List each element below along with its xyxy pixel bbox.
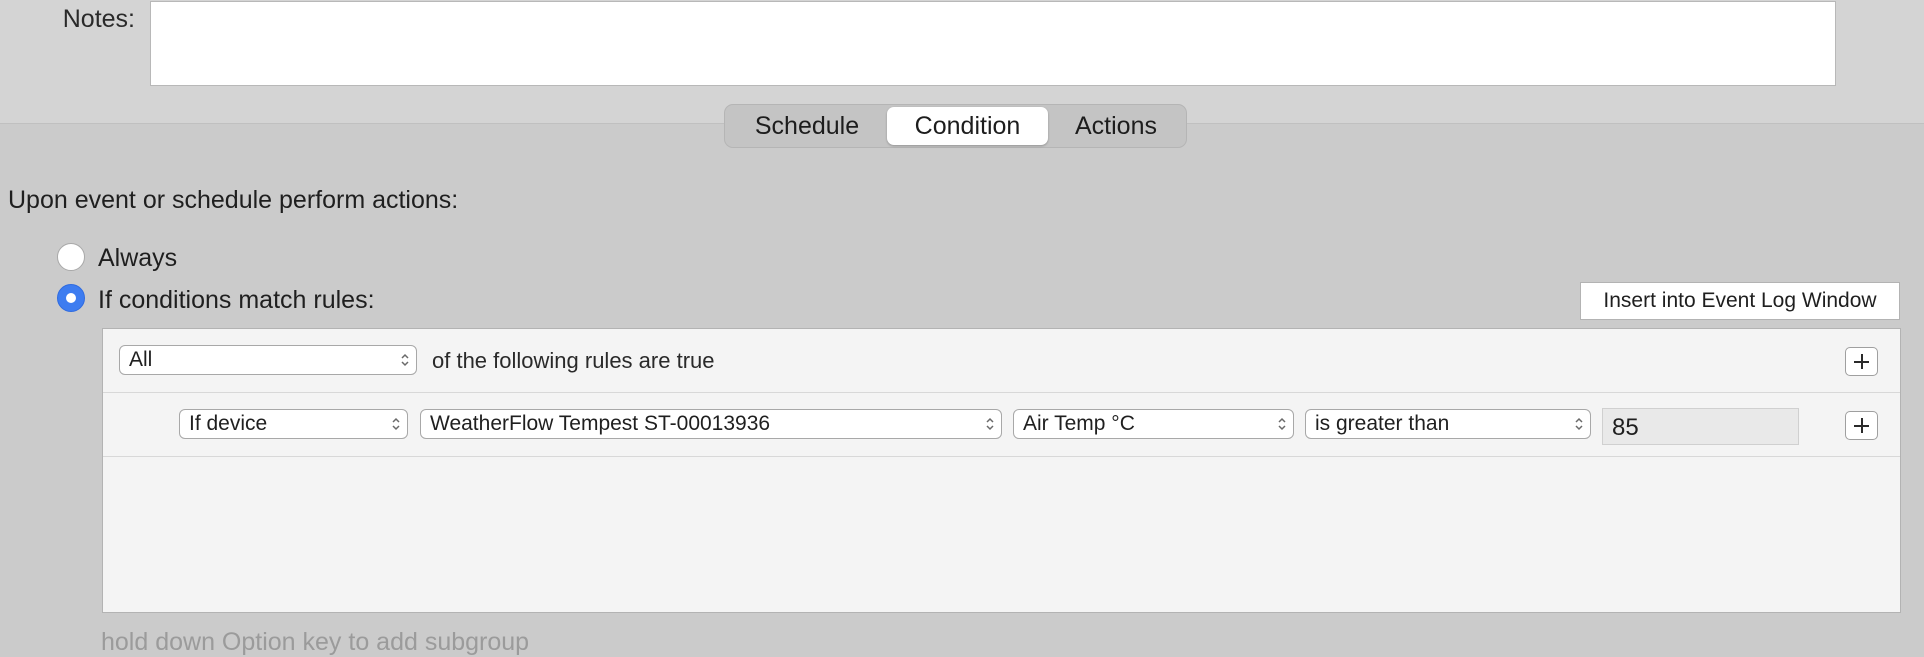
rule-type-select-value: If device [189,412,268,435]
tab-condition[interactable]: Condition [887,107,1048,145]
rule-separator [103,456,1900,457]
chevron-updown-icon [986,417,994,431]
add-rule-row-button[interactable] [1845,411,1878,440]
tab-bar: Schedule Condition Actions [724,104,1187,148]
device-state-select[interactable]: Air Temp °C [1013,409,1294,439]
match-all-select-value: All [129,348,153,371]
chevron-updown-icon [1278,417,1286,431]
rules-editor: All of the following rules are true If d… [102,328,1901,613]
subgroup-hint: hold down Option key to add subgroup [101,628,530,656]
notes-label: Notes: [62,5,135,33]
device-select[interactable]: WeatherFlow Tempest ST-00013936 [420,409,1002,439]
operator-select[interactable]: is greater than [1305,409,1591,439]
match-all-select[interactable]: All [119,345,417,375]
tab-schedule[interactable]: Schedule [727,107,887,145]
insert-into-event-log-button[interactable]: Insert into Event Log Window [1580,282,1900,320]
match-rules-radio-label[interactable]: If conditions match rules: [98,286,375,315]
chevron-updown-icon [1575,417,1583,431]
match-suffix-text: of the following rules are true [432,348,715,373]
rule-value-input[interactable]: 85 [1602,408,1799,445]
rule-separator [103,392,1900,393]
operator-select-value: is greater than [1315,412,1450,435]
chevron-updown-icon [392,417,400,431]
tab-actions[interactable]: Actions [1048,107,1184,145]
rule-type-select[interactable]: If device [179,409,408,439]
condition-heading: Upon event or schedule perform actions: [8,186,459,214]
notes-field[interactable] [150,1,1836,86]
add-rule-button[interactable] [1845,347,1878,376]
always-radio-label[interactable]: Always [98,244,177,273]
device-state-select-value: Air Temp °C [1023,412,1135,435]
device-select-value: WeatherFlow Tempest ST-00013936 [430,412,771,435]
always-radio[interactable] [57,243,85,271]
chevron-updown-icon [401,353,409,367]
match-rules-radio[interactable] [57,284,85,312]
